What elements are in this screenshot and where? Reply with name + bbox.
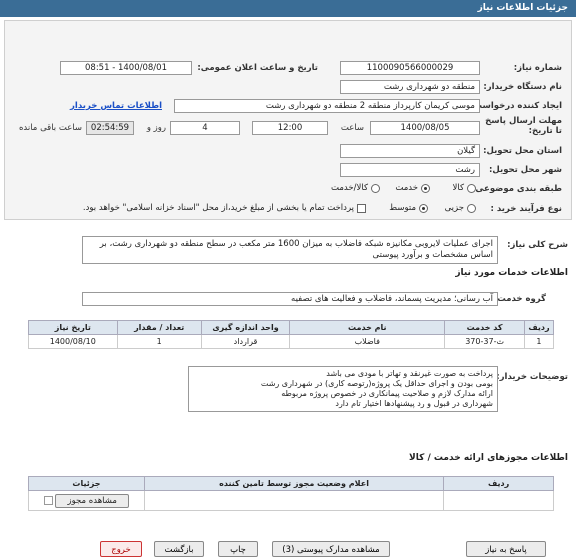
permit-row: مشاهده مجوز xyxy=(28,490,554,511)
province-label: استان محل تحویل: xyxy=(483,146,562,156)
days-label: روز و xyxy=(146,123,166,133)
reply-button[interactable]: پاسخ به نیاز xyxy=(466,541,546,557)
service-group-field: آب رسانی؛ مدیریت پسماند، فاضلاب و فعالیت… xyxy=(82,292,498,306)
deadline-time-field: 12:00 xyxy=(252,121,328,135)
radio-service[interactable] xyxy=(421,183,430,193)
table-row: 1 ث-37-370 فاضلاب قرارداد 1 1400/08/10 xyxy=(28,334,555,349)
purchase-type-label: نوع فرآیند خرید : xyxy=(490,204,562,214)
window-title: جزئیات اطلاعات نیاز xyxy=(0,0,576,17)
permit-col-details: جزئیات xyxy=(28,476,145,491)
category-option-service[interactable]: خدمت xyxy=(395,183,430,193)
need-number-label: شماره نیاز: xyxy=(513,63,562,73)
note-line: پرداخت به صورت غیرنقد و تهاتر با مودی می… xyxy=(326,369,493,378)
summary-box: اجرای عملیات لایروبی مکانیزه شبکه فاضلاب… xyxy=(82,236,498,264)
city-field: رشت xyxy=(340,163,480,177)
col-row: ردیف xyxy=(523,320,555,335)
remaining-label: ساعت باقی مانده xyxy=(18,123,82,133)
note-line: شهرداری در قبول و رد پیشنهادها اختیار تا… xyxy=(335,399,493,408)
treasury-checkbox[interactable] xyxy=(357,203,366,213)
radio-goods[interactable] xyxy=(467,183,476,193)
col-code: کد خدمت xyxy=(444,320,525,335)
permits-section-title: اطلاعات مجوزهای ارائه خدمت / کالا xyxy=(409,453,568,463)
buyer-field: منطقه دو شهرداری رشت xyxy=(340,80,480,94)
requester-label: ایجاد کننده درخواست: xyxy=(470,101,562,111)
permits-table: ردیف اعلام وضعیت مجوز توسط تامین کننده ج… xyxy=(28,476,554,511)
col-qty: تعداد / مقدار xyxy=(116,320,202,335)
deadline-label: مهلت ارسال پاسخ تا تاریخ: xyxy=(485,116,562,136)
permits-table-header: ردیف اعلام وضعیت مجوز توسط تامین کننده ج… xyxy=(28,476,554,491)
col-unit: واحد اندازه گیری xyxy=(200,320,291,335)
requester-field: موسی کریمان کارپرداز منطقه 2 منطقه دو شه… xyxy=(174,99,480,113)
summary-label: شرح کلی نیاز: xyxy=(507,240,568,250)
category-option-goods[interactable]: کالا xyxy=(453,183,476,193)
buyer-label: نام دستگاه خریدار: xyxy=(483,82,562,92)
purchase-option-medium[interactable]: متوسط xyxy=(389,203,428,213)
back-button[interactable]: بازگشت xyxy=(154,541,204,557)
announce-field: 1400/08/01 - 08:51 xyxy=(60,61,192,75)
category-option-goods-service[interactable]: کالا/خدمت xyxy=(331,183,380,193)
notes-label: توضیحات خریدار: xyxy=(496,372,568,382)
permit-col-row: ردیف xyxy=(443,476,554,491)
radio-small[interactable] xyxy=(467,203,476,213)
province-field: گیلان xyxy=(340,144,480,158)
exit-button[interactable]: خروج xyxy=(100,541,142,557)
deadline-time-label: ساعت xyxy=(340,123,364,133)
services-section-title: اطلاعات خدمات مورد نیاز xyxy=(455,268,568,278)
attachments-button[interactable]: مشاهده مدارک پیوستی (3) xyxy=(272,541,390,557)
treasury-payment-option[interactable]: پرداخت تمام یا بخشی از مبلغ خرید،از محل … xyxy=(83,203,366,213)
buyer-contact-link[interactable]: اطلاعات تماس خریدار xyxy=(70,101,162,111)
permit-col-status: اعلام وضعیت مجوز توسط تامین کننده xyxy=(143,476,445,491)
col-date: تاریخ نیاز xyxy=(28,320,118,335)
view-permit-button[interactable]: مشاهده مجوز xyxy=(55,493,130,508)
col-name: نام خدمت xyxy=(289,320,446,335)
note-line: بومی بودن و اجرای حداقل یک پروژه(رتوصه ک… xyxy=(260,379,493,388)
category-label: طبقه بندی موضوعی: xyxy=(472,184,562,194)
need-number-field: 1100090566000029 xyxy=(340,61,480,75)
announce-label: تاریخ و ساعت اعلان عمومی: xyxy=(197,63,318,73)
service-group-label: گروه خدمت: xyxy=(493,294,546,304)
deadline-days-field: 4 xyxy=(170,121,240,135)
services-table-header: ردیف کد خدمت نام خدمت واحد اندازه گیری ت… xyxy=(28,320,555,335)
radio-goods-service[interactable] xyxy=(371,183,380,193)
remaining-timer: 02:54:59 xyxy=(86,121,134,135)
services-table: ردیف کد خدمت نام خدمت واحد اندازه گیری ت… xyxy=(28,320,555,349)
notes-box: پرداخت به صورت غیرنقد و تهاتر با مودی می… xyxy=(188,366,498,412)
purchase-option-small[interactable]: جزیی xyxy=(445,203,476,213)
print-button[interactable]: چاپ xyxy=(218,541,258,557)
city-label: شهر محل تحویل: xyxy=(489,165,562,175)
deadline-date-field: 1400/08/05 xyxy=(370,121,480,135)
radio-medium[interactable] xyxy=(419,203,428,213)
note-line: ارائه مدارک لازم و صلاحیت پیمانکاری در خ… xyxy=(281,389,493,398)
more-dots-icon[interactable] xyxy=(43,495,53,505)
